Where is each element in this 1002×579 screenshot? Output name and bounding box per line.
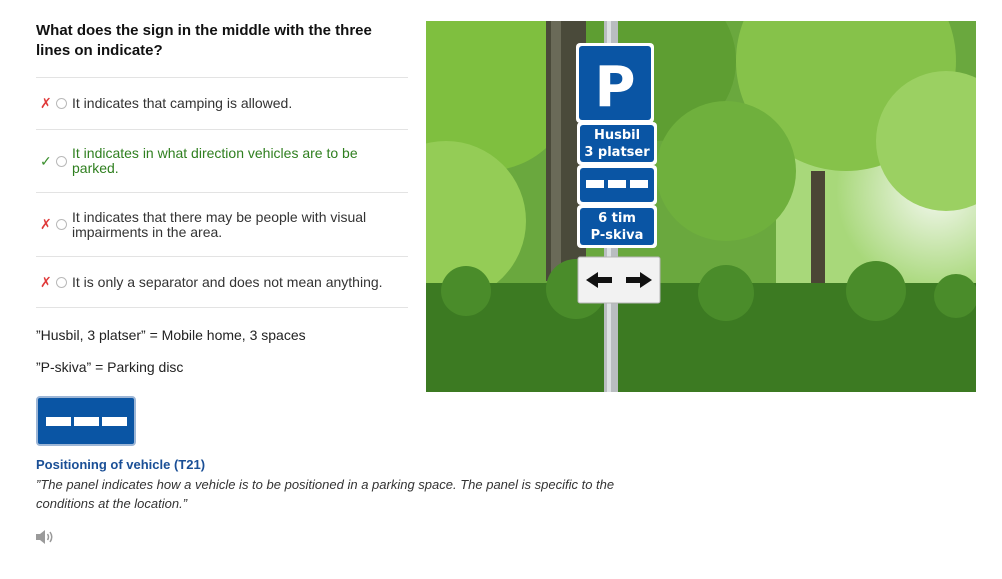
sign-husbil-line2: 3 platser xyxy=(584,145,650,160)
sign-t21-image xyxy=(36,396,136,446)
translation-note: ”P-skiva” = Parking disc xyxy=(36,359,184,375)
sign-p-text: P xyxy=(594,55,635,120)
sign-tim-line2: P-skiva xyxy=(591,228,644,243)
answer-text: It indicates in what direction vehicles … xyxy=(72,145,358,176)
answer-text: It is only a separator and does not mean… xyxy=(72,273,383,290)
sign-dash xyxy=(73,416,99,426)
radio-button[interactable] xyxy=(56,276,67,288)
sign-title: Positioning of vehicle (T21) xyxy=(36,457,206,472)
sign-husbil-line1: Husbil xyxy=(594,128,640,143)
cross-icon: ✗ xyxy=(40,273,52,290)
radio-button[interactable] xyxy=(56,219,67,230)
check-icon: ✓ xyxy=(40,152,52,169)
translation-note: ”Husbil, 3 platser” = Mobile home, 3 spa… xyxy=(36,327,306,343)
cross-icon: ✗ xyxy=(40,216,52,232)
answer-text: It indicates that camping is allowed. xyxy=(72,95,293,111)
answer-option[interactable]: ✓ It indicates in what direction vehicle… xyxy=(36,129,408,192)
sign-tim-line1: 6 tim xyxy=(598,211,636,226)
question-text: What does the sign in the middle with th… xyxy=(36,22,372,59)
road-sign-photo: P Husbil 3 platser 6 tim P-skiva xyxy=(426,21,976,392)
speaker-icon[interactable] xyxy=(35,529,55,545)
cross-icon: ✗ xyxy=(40,95,52,111)
sign-dash xyxy=(101,416,127,426)
answer-text: It indicates that there may be people wi… xyxy=(72,208,367,240)
answer-option[interactable]: ✗ It indicates that there may be people … xyxy=(36,192,408,256)
radio-button[interactable] xyxy=(56,98,67,109)
answer-option[interactable]: ✗ It indicates that camping is allowed. xyxy=(36,77,408,129)
sign-description: ”The panel indicates how a vehicle is to… xyxy=(36,477,615,511)
sign-dash xyxy=(45,416,71,426)
answer-list: ✗ It indicates that camping is allowed. … xyxy=(36,77,408,308)
answer-option[interactable]: ✗ It is only a separator and does not me… xyxy=(36,256,408,308)
radio-button[interactable] xyxy=(56,155,67,167)
